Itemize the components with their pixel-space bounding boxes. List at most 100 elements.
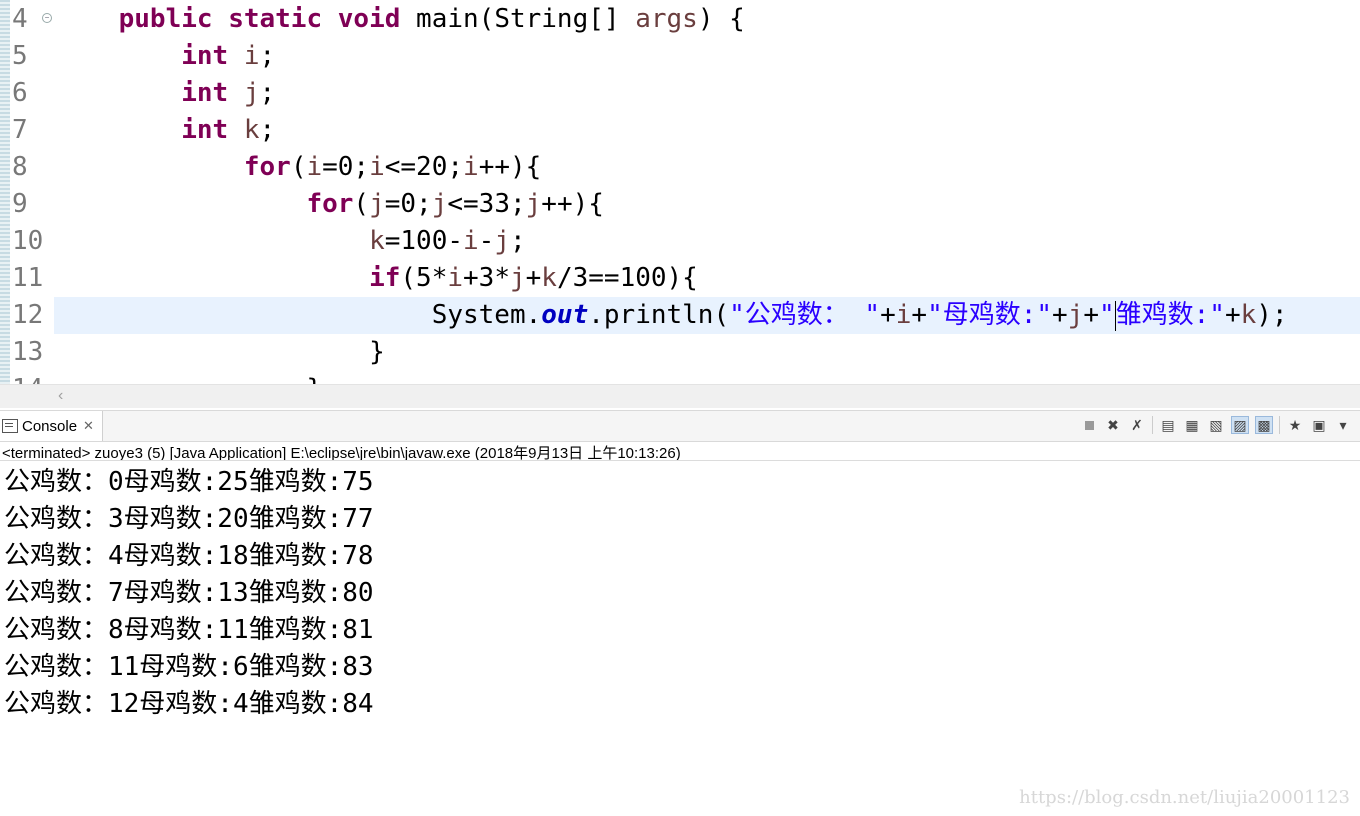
code-token: + — [525, 263, 542, 293]
console-output-line: 公鸡数：0母鸡数:25雏鸡数:75 — [4, 467, 374, 497]
variable: i — [306, 152, 323, 182]
watermark: https://blog.csdn.net/liujia20001123 — [1019, 787, 1350, 808]
scroll-lock-icon[interactable]: ▦ — [1183, 416, 1201, 434]
variable: j — [369, 189, 385, 219]
code-token: ++){ — [541, 189, 604, 219]
divider — [0, 460, 1360, 461]
console-tab-bar: Console ✕ ✖ ✗ ▤ ▦ ▧ ▨ ▩ ★ ▣ ▾ — [0, 410, 1360, 442]
console-output-line: 公鸡数：12母鸡数:4雏鸡数:84 — [4, 689, 374, 719]
remove-launch-icon[interactable]: ✖ — [1104, 416, 1122, 434]
code-line[interactable]: 12 System.out.println("公鸡数： "+i+"母鸡数:"+j… — [12, 297, 1360, 334]
view-menu-icon[interactable]: ▾ — [1334, 416, 1352, 434]
clear-console-icon[interactable]: ▤ — [1159, 416, 1177, 434]
line-number: 8 — [12, 152, 28, 182]
code-token: ( — [353, 189, 370, 219]
toolbar-separator — [1152, 416, 1153, 434]
code-token: + — [1224, 300, 1241, 330]
variable: i — [463, 226, 479, 256]
keyword: if — [369, 263, 401, 293]
word-wrap-icon[interactable]: ▧ — [1207, 416, 1225, 434]
code-line[interactable]: 6 int j; — [0, 75, 1360, 112]
code-token: .println( — [588, 300, 730, 330]
string-literal: "公鸡数： " — [729, 300, 881, 330]
code-token: + — [880, 300, 896, 330]
line-number: 5 — [12, 41, 28, 71]
code-token: } — [369, 337, 385, 367]
code-token: - — [478, 226, 495, 256]
editor-horizontal-scrollbar[interactable]: ‹ — [0, 384, 1360, 409]
console-toolbar: ✖ ✗ ▤ ▦ ▧ ▨ ▩ ★ ▣ ▾ — [1080, 416, 1352, 434]
code-token: ( — [290, 152, 307, 182]
console-output-line: 公鸡数：11母鸡数:6雏鸡数:83 — [4, 652, 374, 682]
code-text: int i; — [56, 38, 275, 75]
line-number: 13 — [12, 337, 44, 367]
terminate-icon[interactable] — [1080, 416, 1098, 434]
console-output-line: 公鸡数：7母鸡数:13雏鸡数:80 — [4, 578, 374, 608]
variable: j — [1067, 300, 1084, 330]
code-token: ; — [259, 115, 276, 145]
tab-console-label: Console — [22, 417, 78, 435]
variable: args — [635, 4, 698, 34]
keyword: int — [181, 78, 244, 108]
code-line[interactable]: 11 if(5*i+3*j+k/3==100){ — [0, 260, 1360, 297]
code-token: ; — [259, 78, 276, 108]
console-view: Console ✕ ✖ ✗ ▤ ▦ ▧ ▨ ▩ ★ ▣ ▾ <terminate… — [0, 408, 1360, 816]
code-line[interactable]: 9 for(j=0;j<=33;j++){ — [0, 186, 1360, 223]
string-literal: 雏鸡数:" — [1115, 300, 1225, 330]
static-field: out — [541, 300, 589, 330]
tab-console[interactable]: Console ✕ — [0, 411, 103, 441]
code-text: } — [56, 334, 385, 371]
code-text: for(i=0;i<=20;i++){ — [56, 149, 541, 186]
line-number: 6 — [12, 78, 28, 108]
code-token: + — [1083, 300, 1099, 330]
show-on-stderr-icon[interactable]: ▩ — [1255, 416, 1273, 434]
display-console-icon[interactable]: ▣ — [1310, 416, 1328, 434]
variable: j — [509, 263, 526, 293]
keyword: for — [243, 152, 291, 182]
variable: i — [447, 263, 464, 293]
keyword: int — [181, 115, 244, 145]
code-token: (5* — [400, 263, 448, 293]
line-number: 11 — [12, 263, 44, 293]
code-line[interactable]: 10 k=100-i-j; — [0, 223, 1360, 260]
code-text: for(j=0;j<=33;j++){ — [56, 186, 604, 223]
console-output[interactable]: 公鸡数：0母鸡数:25雏鸡数:75 公鸡数：3母鸡数:20雏鸡数:77 公鸡数：4母… — [4, 464, 374, 723]
variable: i — [895, 300, 912, 330]
console-output-line: 公鸡数：8母鸡数:11雏鸡数:81 — [4, 615, 374, 645]
code-text: public static void main(String[] args) { — [56, 1, 745, 38]
variable: k — [541, 263, 557, 293]
code-line[interactable]: 5 int i; — [0, 38, 1360, 75]
variable: k — [369, 226, 385, 256]
close-icon[interactable]: ✕ — [83, 418, 94, 434]
variable: k — [243, 115, 260, 145]
fold-toggle-icon[interactable]: − — [42, 13, 52, 23]
code-line[interactable]: 7 int k; — [0, 112, 1360, 149]
code-line[interactable]: 13 } — [0, 334, 1360, 371]
code-line[interactable]: 14 } — [0, 371, 1360, 384]
code-token: /3==100){ — [556, 263, 698, 293]
scroll-left-icon[interactable]: ‹ — [58, 387, 63, 405]
code-line[interactable]: 8 for(i=0;i<=20;i++){ — [0, 149, 1360, 186]
code-token: ) { — [697, 4, 745, 34]
variable: i — [463, 152, 479, 182]
variable: j — [494, 226, 510, 256]
variable: j — [431, 189, 448, 219]
code-editor[interactable]: 4− public static void main(String[] args… — [0, 0, 1360, 384]
code-line[interactable]: 4− public static void main(String[] args… — [0, 1, 1360, 38]
code-token: =0; — [322, 152, 370, 182]
code-text: System.out.println("公鸡数： "+i+"母鸡数:"+j+"雏… — [56, 297, 1288, 334]
code-token: =100- — [384, 226, 464, 256]
show-on-stdout-icon[interactable]: ▨ — [1231, 416, 1249, 434]
line-number: 12 — [12, 300, 44, 330]
line-number: 9 — [12, 189, 28, 219]
toolbar-separator — [1279, 416, 1280, 434]
pin-console-icon[interactable]: ★ — [1286, 416, 1304, 434]
line-number: 10 — [12, 226, 44, 256]
remove-all-terminated-icon[interactable]: ✗ — [1128, 416, 1146, 434]
code-text: k=100-i-j; — [56, 223, 526, 260]
